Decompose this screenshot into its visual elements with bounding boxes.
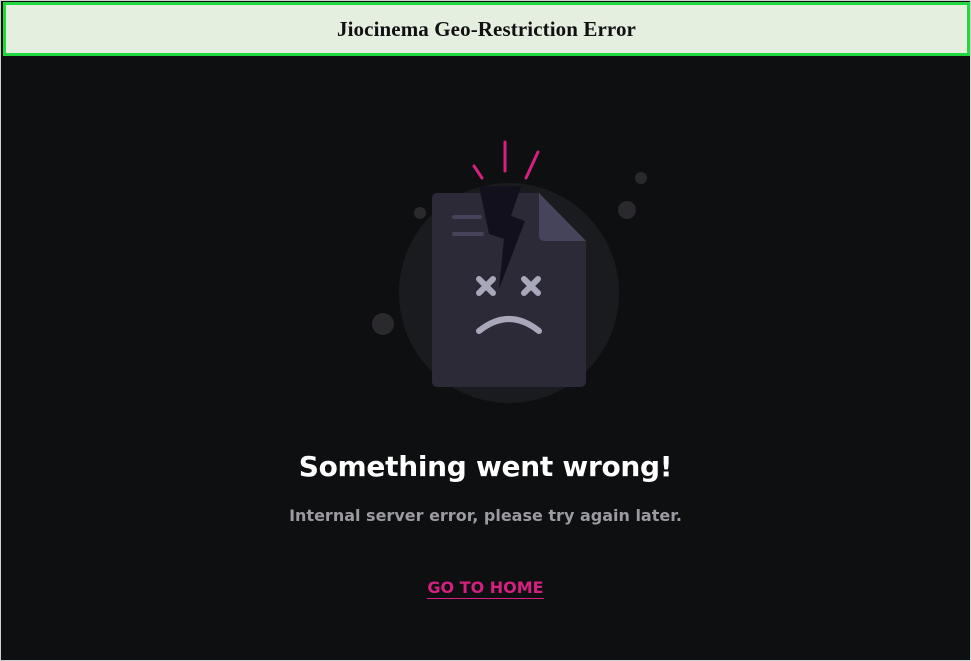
spark-line <box>524 150 540 180</box>
go-to-home-link[interactable]: GO TO HOME <box>427 578 544 599</box>
page-frame: Jiocinema Geo-Restriction Error Somethin… <box>0 0 971 661</box>
decor-dot <box>372 313 394 335</box>
error-heading: Something went wrong! <box>298 450 673 483</box>
error-message: Internal server error, please try again … <box>289 506 682 525</box>
document-line <box>452 215 482 219</box>
broken-document-sad-face-icon <box>361 131 661 421</box>
decor-dot <box>618 201 636 219</box>
caption-banner: Jiocinema Geo-Restriction Error <box>3 2 970 56</box>
caption-title: Jiocinema Geo-Restriction Error <box>337 16 636 41</box>
document-line <box>452 232 484 236</box>
home-link-wrapper: GO TO HOME <box>1 578 970 599</box>
decor-dot <box>414 207 426 219</box>
decor-dot <box>635 172 647 184</box>
spark-line <box>472 164 484 180</box>
